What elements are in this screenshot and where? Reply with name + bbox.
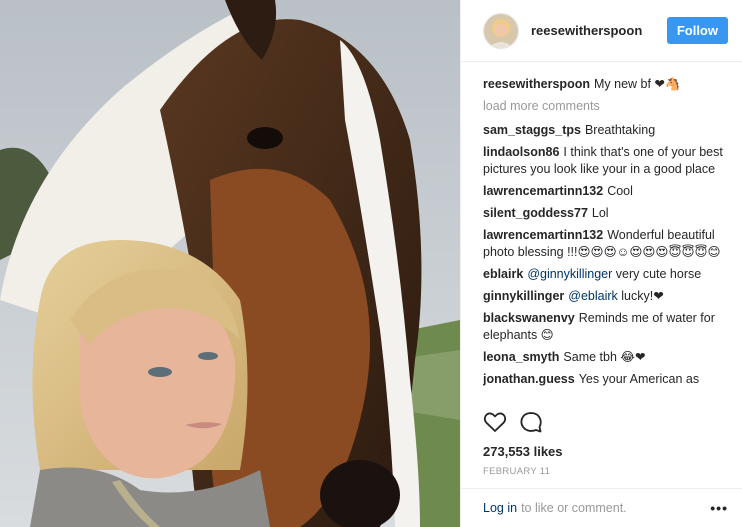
post-date[interactable]: FEBRUARY 11 — [483, 466, 550, 477]
comment-icon[interactable] — [519, 410, 543, 434]
post-photo[interactable] — [0, 0, 460, 527]
likes-count[interactable]: 273,553 likes — [483, 444, 563, 459]
load-more-comments-link[interactable]: load more comments — [483, 98, 728, 115]
login-prompt-text: to like or comment. — [521, 501, 627, 515]
comments-list[interactable]: reesewitherspoon My new bf ❤🐴 load more c… — [483, 76, 728, 401]
heart-icon[interactable] — [483, 410, 507, 434]
comment-username[interactable]: silent_goddess77 — [483, 206, 588, 220]
comment-item: blackswanenvy Reminds me of water for ele… — [483, 310, 728, 344]
comment-username[interactable]: ginnykillinger — [483, 289, 564, 303]
post-image — [0, 0, 460, 527]
comment-username[interactable]: leona_smyth — [483, 350, 559, 364]
comment-item: silent_goddess77 Lol — [483, 205, 728, 222]
comment-text: Yes your American as — [578, 372, 700, 386]
comment-text: lucky!❤ — [621, 289, 664, 303]
comment-item: leona_smyth Same tbh 😂❤ — [483, 349, 728, 366]
comment-text: very cute horse — [615, 267, 702, 281]
more-options-icon[interactable]: ••• — [710, 500, 728, 516]
comment-username[interactable]: lawrencemartinn132 — [483, 184, 603, 198]
post-sidebar: reesewitherspoon Follow reesewitherspoon… — [460, 0, 742, 527]
comment-username[interactable]: sam_staggs_tps — [483, 123, 581, 137]
follow-button[interactable]: Follow — [666, 17, 728, 44]
caption-text: My new bf ❤🐴 — [593, 77, 681, 91]
comment-text: Same tbh 😂❤ — [563, 350, 646, 364]
author-username[interactable]: reesewitherspoon — [531, 23, 667, 38]
instagram-post: reesewitherspoon Follow reesewitherspoon… — [0, 0, 742, 527]
comment-item: jonathan.guess Yes your American as — [483, 371, 728, 388]
comment-text: Lol — [591, 206, 609, 220]
author-avatar[interactable] — [483, 12, 519, 49]
caption-username[interactable]: reesewitherspoon — [483, 77, 590, 91]
comment-username[interactable]: eblairk — [483, 267, 523, 281]
post-actions — [483, 410, 543, 434]
comment-mention[interactable]: @eblairk — [568, 289, 618, 303]
comment-mention[interactable]: @ginnykillinger — [527, 267, 612, 281]
caption: reesewitherspoon My new bf ❤🐴 — [483, 76, 728, 93]
comment-item: lawrencemartinn132 Wonderful beautiful ph… — [483, 227, 728, 261]
comment-text: Cool — [607, 184, 633, 198]
comment-item: ginnykillinger @eblairk lucky!❤ — [483, 288, 728, 305]
login-link[interactable]: Log in — [483, 501, 517, 515]
comment-username[interactable]: lindaolson86 — [483, 145, 559, 159]
post-header: reesewitherspoon Follow — [461, 0, 742, 62]
comment-item: sam_staggs_tps Breathtaking — [483, 122, 728, 139]
comment-username[interactable]: lawrencemartinn132 — [483, 228, 603, 242]
comment-username[interactable]: blackswanenvy — [483, 311, 575, 325]
comment-item: lawrencemartinn132 Cool — [483, 183, 728, 200]
comment-text: Breathtaking — [584, 123, 656, 137]
post-footer: Log in to like or comment. ••• — [461, 488, 742, 527]
comment-item: lindaolson86 I think that's one of your b… — [483, 144, 728, 178]
comment-username[interactable]: jonathan.guess — [483, 372, 575, 386]
comment-item: eblairk @ginnykillinger very cute horse — [483, 266, 728, 283]
